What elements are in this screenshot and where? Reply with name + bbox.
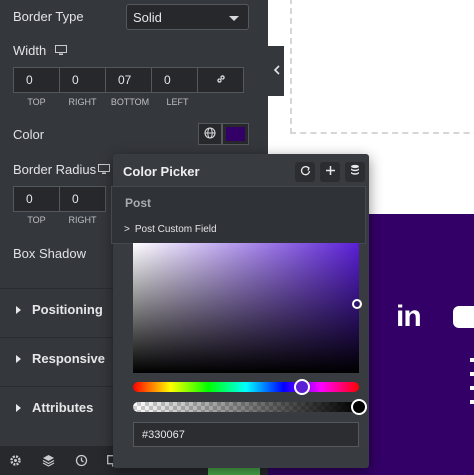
database-icon	[350, 163, 360, 181]
chevron-left-icon	[273, 62, 280, 80]
width-left-input[interactable]: 0	[151, 67, 198, 93]
chevron-right-icon: >	[124, 224, 130, 235]
chevron-down-icon	[229, 16, 239, 21]
plus-icon	[325, 163, 336, 181]
width-top-input[interactable]: 0	[13, 67, 60, 93]
opacity-slider[interactable]	[133, 402, 359, 412]
chevron-right-icon	[16, 404, 21, 412]
color-swatch	[226, 127, 245, 141]
empty-section-placeholder[interactable]	[290, 0, 474, 134]
radius-right-input[interactable]: 0	[59, 186, 106, 212]
collapse-panel-button[interactable]	[268, 46, 284, 96]
text-fragment	[470, 386, 474, 390]
side-label-top: TOP	[27, 97, 46, 107]
globe-icon	[204, 126, 216, 142]
gear-icon[interactable]	[5, 451, 25, 471]
color-label: Color	[13, 127, 45, 142]
section-title: Attributes	[32, 400, 94, 415]
color-swatch-button[interactable]	[222, 123, 249, 145]
link-values-button[interactable]	[197, 67, 244, 93]
hue-slider[interactable]	[133, 382, 359, 392]
dynamic-item-label: Post Custom Field	[134, 224, 217, 235]
width-bottom-input[interactable]: 07	[105, 67, 152, 93]
side-label-top: TOP	[27, 215, 46, 225]
color-picker-title: Color Picker	[123, 164, 200, 179]
saturation-handle[interactable]	[352, 299, 362, 309]
border-type-select[interactable]: Solid	[126, 4, 249, 30]
side-label-right: RIGHT	[68, 215, 97, 225]
width-right-input[interactable]: 0	[59, 67, 106, 93]
side-label-bottom: BOTTOM	[110, 97, 150, 107]
chevron-right-icon	[16, 306, 21, 314]
radius-top-input[interactable]: 0	[13, 186, 60, 212]
reset-icon	[300, 163, 311, 181]
dynamic-tags-button[interactable]	[345, 162, 365, 182]
history-icon[interactable]	[71, 451, 91, 471]
desktop-icon[interactable]	[98, 163, 110, 178]
linkedin-icon[interactable]: in	[396, 300, 422, 334]
youtube-icon[interactable]	[453, 306, 474, 328]
desktop-icon[interactable]	[55, 44, 67, 59]
saturation-brightness-area[interactable]	[133, 243, 359, 373]
side-label-right: RIGHT	[68, 97, 97, 107]
radius-inputs: 0 0	[13, 186, 106, 212]
text-fragment	[470, 400, 474, 404]
chevron-right-icon	[16, 355, 21, 363]
text-fragment	[470, 358, 474, 362]
border-type-label: Border Type	[13, 9, 84, 24]
dynamic-tags-menu: Post > Post Custom Field	[111, 186, 366, 244]
add-color-button[interactable]	[320, 162, 340, 182]
link-icon	[215, 73, 227, 88]
dynamic-group-label: Post	[125, 196, 152, 210]
section-title: Responsive	[32, 351, 105, 366]
global-colors-button[interactable]	[198, 123, 222, 145]
box-shadow-label: Box Shadow	[13, 246, 86, 261]
border-radius-label: Border Radius	[13, 162, 97, 177]
section-title: Positioning	[32, 302, 103, 317]
width-inputs: 0 0 07 0	[13, 67, 244, 93]
border-type-value: Solid	[133, 10, 162, 25]
layers-icon[interactable]	[38, 451, 58, 471]
hue-handle[interactable]	[294, 379, 310, 395]
width-label: Width	[13, 43, 47, 58]
dynamic-item-post-custom-field[interactable]: > Post Custom Field	[124, 224, 217, 235]
text-fragment	[470, 372, 474, 376]
opacity-handle[interactable]	[351, 399, 367, 415]
hex-color-input[interactable]: #330067	[133, 422, 359, 447]
side-label-left: LEFT	[166, 97, 189, 107]
reset-button[interactable]	[295, 162, 315, 182]
